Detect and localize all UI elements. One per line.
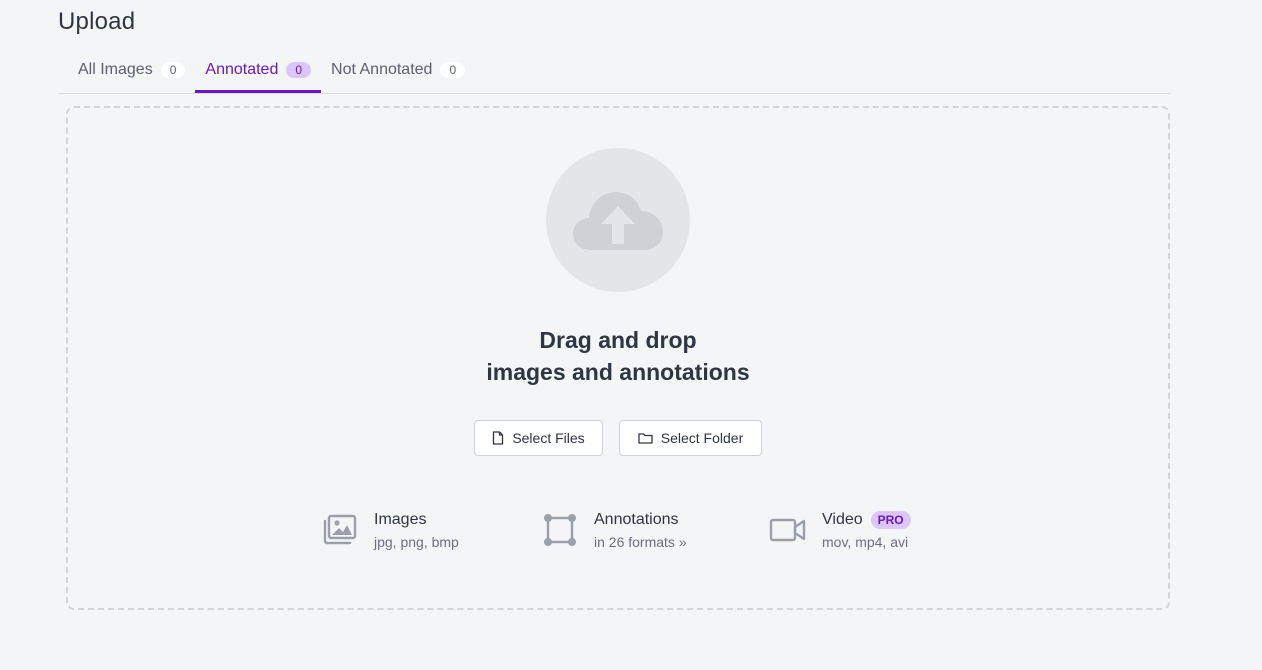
tab-label: All Images [78, 61, 153, 78]
video-title: Video [822, 511, 863, 528]
tab-all-images[interactable]: All Images 0 [58, 50, 195, 90]
select-folder-button[interactable]: Select Folder [619, 420, 762, 456]
images-formats: jpg, png, bmp [374, 534, 459, 550]
video-title-row: Video PRO [822, 510, 911, 530]
headline-line-2: images and annotations [486, 359, 750, 385]
video-camera-icon [769, 518, 806, 542]
file-icon [493, 431, 504, 445]
images-icon [323, 514, 357, 545]
annotations-title: Annotations [594, 511, 679, 528]
tab-count-badge: 0 [440, 62, 466, 78]
tab-not-annotated[interactable]: Not Annotated 0 [321, 50, 475, 90]
headline-line-1: Drag and drop [539, 327, 697, 353]
tab-label: Annotated [205, 61, 279, 78]
folder-icon [638, 433, 653, 444]
video-formats: mov, mp4, avi [822, 534, 909, 550]
dropzone-headline: Drag and drop images and annotations [68, 324, 1168, 388]
pro-badge: PRO [870, 511, 911, 529]
select-files-label: Select Files [512, 430, 585, 446]
chevron-double-right-icon: » [678, 534, 687, 550]
bounding-box-icon [544, 514, 576, 546]
images-title: Images [374, 511, 427, 528]
annotations-formats: in 26 formats [594, 534, 675, 550]
tab-label: Not Annotated [331, 61, 433, 78]
tab-bar: All Images 0 Annotated 0 Not Annotated 0 [58, 50, 1170, 94]
tab-annotated[interactable]: Annotated 0 [195, 50, 321, 93]
select-files-button[interactable]: Select Files [474, 420, 603, 456]
info-annotations: Annotations in 26 formats » [540, 510, 687, 552]
info-images: Images jpg, png, bmp [320, 510, 459, 552]
page-title: Upload [58, 8, 136, 35]
cloud-upload-illustration [546, 148, 690, 292]
cloud-upload-icon [573, 192, 663, 250]
tab-count-badge: 0 [160, 62, 186, 78]
upload-dropzone[interactable]: Drag and drop images and annotations Sel… [66, 106, 1170, 610]
annotations-formats-link[interactable]: in 26 formats » [594, 532, 687, 552]
info-video: Video PRO mov, mp4, avi [768, 510, 911, 552]
tab-count-badge: 0 [286, 62, 312, 78]
select-folder-label: Select Folder [660, 430, 744, 446]
